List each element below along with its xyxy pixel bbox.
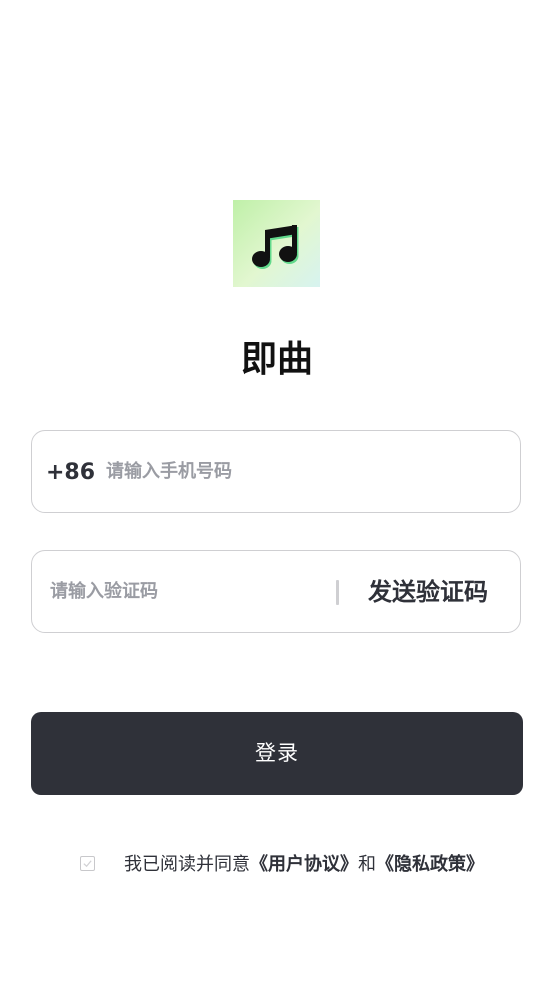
check-icon xyxy=(83,859,92,867)
phone-input[interactable] xyxy=(106,431,506,512)
send-code-button[interactable]: 发送验证码 xyxy=(368,551,508,632)
music-note-icon xyxy=(251,224,298,269)
app-logo xyxy=(233,200,320,287)
app-title: 即曲 xyxy=(240,339,313,380)
agreement-text: 我已阅读并同意 xyxy=(124,854,250,875)
verification-code-input[interactable] xyxy=(50,551,320,632)
field-divider xyxy=(336,580,339,605)
login-button[interactable]: 登录 xyxy=(31,712,523,795)
verification-code-field: 发送验证码 xyxy=(31,550,521,633)
privacy-policy-link[interactable]: 《隐私政策》 xyxy=(376,850,484,876)
agreement-conjunction: 和 xyxy=(358,854,376,875)
user-agreement-link[interactable]: 《用户协议》 xyxy=(250,850,358,876)
country-code[interactable]: +86 xyxy=(46,431,95,514)
agreement-row: 我已阅读并同意 《用户协议》 和 《隐私政策》 xyxy=(80,850,484,876)
phone-field: +86 xyxy=(31,430,521,513)
agreement-checkbox[interactable] xyxy=(80,855,95,871)
